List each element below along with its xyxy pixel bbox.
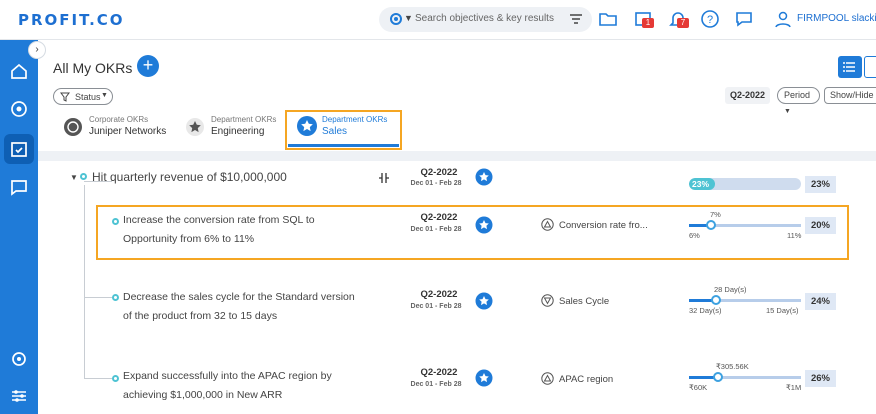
notification-badge: 7	[677, 18, 689, 28]
message-icon[interactable]	[9, 177, 29, 197]
kr-title-line1[interactable]: Decrease the sales cycle for the Standar…	[123, 288, 355, 307]
filter-icon[interactable]	[569, 12, 583, 26]
kr-metric-name[interactable]: APAC region	[559, 374, 613, 385]
target-icon[interactable]	[9, 99, 29, 119]
search-bar[interactable]: ▼ Search objectives & key results	[379, 7, 592, 32]
kr-status-dot	[112, 375, 119, 382]
kr-dates: Dec 01 - Feb 28	[410, 303, 462, 310]
key-result-row[interactable]: Decrease the sales cycle for the Standar…	[38, 285, 876, 332]
kr-title-line2[interactable]: of the product from 32 to 15 days	[123, 307, 277, 326]
kr-slider-track[interactable]	[689, 295, 801, 305]
tab-sub-label: Department OKRs	[211, 115, 277, 124]
objective-row[interactable]: ▼ Hit quarterly revenue of $10,000,000 Q…	[38, 165, 876, 205]
search-input[interactable]: Search objectives & key results	[415, 13, 554, 24]
status-filter[interactable]: Status ▼	[53, 88, 113, 105]
period-code[interactable]: Q2-2022	[725, 87, 770, 104]
kr-slider-knob[interactable]	[713, 372, 724, 382]
tab-name: Engineering	[211, 126, 265, 137]
tab-sub-label: Corporate OKRs	[89, 115, 149, 124]
tree-view-button[interactable]	[864, 56, 876, 78]
metric-type-icon	[541, 372, 554, 385]
kr-target-value: 15 Day(s)	[766, 306, 799, 315]
main-panel: All My OKRs + Status ▼ Q2-2022 Period ▼ …	[38, 40, 876, 414]
period-label: Period	[784, 90, 811, 100]
kr-status-dot	[112, 294, 119, 301]
kr-quarter: Q2-2022	[420, 367, 458, 378]
help-icon[interactable]: ?	[700, 9, 720, 29]
active-tab-underline	[288, 144, 399, 147]
objective-dates: Dec 01 - Feb 28	[410, 180, 462, 187]
chevron-down-icon: ▼	[784, 108, 791, 115]
list-icon	[843, 62, 855, 72]
sliders-icon[interactable]	[9, 386, 29, 406]
list-view-button[interactable]	[838, 56, 862, 78]
sidebar-collapse-button[interactable]: ›	[28, 41, 46, 59]
kr-target-value: ₹1M	[786, 383, 802, 392]
tab-name: Juniper Networks	[89, 126, 167, 137]
home-icon[interactable]	[9, 61, 29, 81]
key-result-row[interactable]: Expand successfully into the APAC region…	[38, 362, 876, 412]
kr-score: 24%	[805, 293, 836, 310]
star-icon[interactable]	[475, 292, 493, 310]
kr-metric-name[interactable]: Sales Cycle	[559, 296, 609, 307]
profit-co-logo[interactable]: PROFIT.CO	[18, 11, 125, 29]
metric-type-icon	[541, 294, 554, 307]
objective-quarter: Q2-2022	[420, 167, 458, 178]
objective-progress-bar: 23%	[689, 178, 801, 190]
kr-slider-knob[interactable]	[710, 295, 721, 305]
kr-start-value: 32 Day(s)	[689, 306, 722, 315]
objective-score: 23%	[805, 176, 836, 193]
top-bar: PROFIT.CO ▼ Search objectives & key resu…	[0, 0, 876, 40]
kr-current-value: ₹305.56K	[716, 362, 749, 371]
svg-text:?: ?	[707, 14, 713, 26]
kr-start-value: ₹60K	[689, 383, 708, 392]
globe-icon	[64, 118, 82, 136]
star-icon	[186, 118, 204, 136]
chevron-down-icon: ▼	[101, 92, 108, 99]
objective-status-dot	[80, 173, 87, 180]
status-filter-label: Status	[75, 92, 101, 102]
kr-quarter: Q2-2022	[420, 289, 458, 300]
alignment-icon[interactable]	[377, 170, 391, 186]
kr-dates: Dec 01 - Feb 28	[410, 381, 462, 388]
user-avatar-icon[interactable]	[774, 10, 792, 28]
chevron-down-icon[interactable]: ▼	[404, 13, 413, 23]
star-icon[interactable]	[475, 168, 493, 186]
chat-icon[interactable]	[734, 9, 754, 29]
sidebar	[0, 40, 38, 414]
kr-score: 26%	[805, 370, 836, 387]
calendar-check-icon[interactable]	[9, 139, 29, 159]
kr-slider-track[interactable]	[689, 372, 801, 382]
gear-icon[interactable]	[388, 11, 404, 27]
caret-down-icon[interactable]: ▼	[70, 173, 78, 182]
show-hide-dropdown[interactable]: Show/Hide	[824, 87, 876, 104]
user-name[interactable]: FIRMPOOL slacki...	[797, 13, 876, 24]
objective-title[interactable]: Hit quarterly revenue of $10,000,000	[92, 168, 287, 187]
notification-badge: 1	[642, 18, 654, 28]
kr-title-line1[interactable]: Expand successfully into the APAC region…	[123, 367, 332, 386]
section-divider	[38, 151, 876, 161]
folder-icon[interactable]	[598, 9, 618, 29]
kr-title-line2[interactable]: achieving $1,000,000 in New ARR	[123, 386, 282, 405]
settings-icon[interactable]	[9, 349, 29, 369]
kr-current-value: 28 Day(s)	[714, 285, 747, 294]
objective-progress-fill: 23%	[689, 178, 715, 190]
objective-progress-label: 23%	[692, 179, 710, 189]
add-okr-button[interactable]: +	[137, 55, 159, 77]
star-icon[interactable]	[475, 369, 493, 387]
period-dropdown[interactable]: Period ▼	[777, 87, 820, 115]
filter-icon	[60, 92, 70, 102]
key-result-highlight	[96, 205, 849, 260]
page-title: All My OKRs	[53, 60, 133, 76]
